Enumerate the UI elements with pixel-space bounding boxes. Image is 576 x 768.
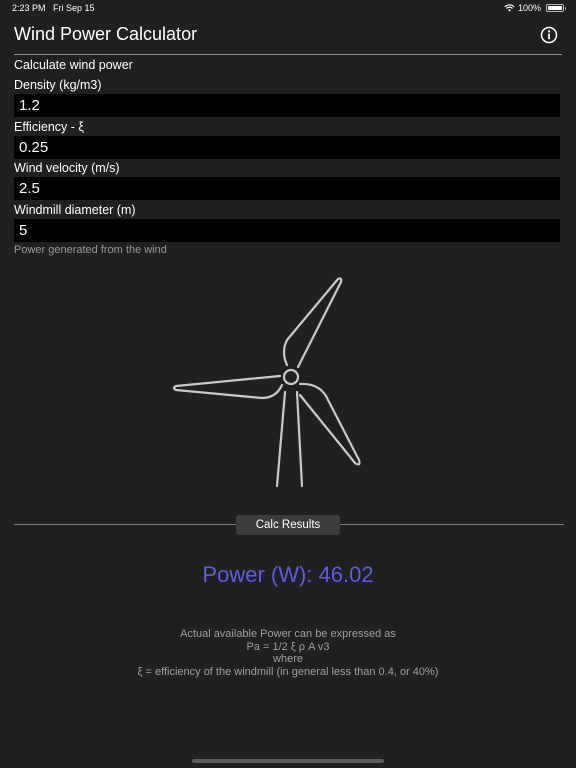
formula-line: Pa = 1/2 ξ ρ A v3 <box>246 640 330 653</box>
density-label: Density (kg/m3) <box>14 78 102 92</box>
velocity-input[interactable] <box>14 177 560 200</box>
home-indicator[interactable] <box>192 759 384 763</box>
status-indicators: 100% <box>504 3 566 13</box>
explanation-line: where <box>273 653 303 665</box>
wifi-icon <box>504 4 515 12</box>
battery-icon <box>546 4 566 12</box>
efficiency-label: Efficiency - ξ <box>14 120 84 134</box>
diameter-label: Windmill diameter (m) <box>14 203 136 217</box>
velocity-label: Wind velocity (m/s) <box>14 161 120 175</box>
wind-turbine-icon <box>172 277 361 488</box>
info-circle-icon <box>540 26 558 44</box>
density-input[interactable] <box>14 94 560 117</box>
page-title: Wind Power Calculator <box>14 24 198 44</box>
efficiency-input[interactable] <box>14 136 560 159</box>
status-bar: 2:23 PM Fri Sep 15 100% <box>0 0 576 18</box>
explanation-line: Actual available Power can be expressed … <box>180 628 396 640</box>
calc-results-button[interactable]: Calc Results <box>236 515 340 535</box>
divider-left <box>14 524 236 525</box>
explanation-line: ξ = efficiency of the windmill (in gener… <box>137 665 439 678</box>
power-result: Power (W): 46.02 <box>202 562 374 587</box>
status-date: Fri Sep 15 <box>53 3 95 13</box>
info-button[interactable] <box>540 26 558 44</box>
battery-percent: 100% <box>517 3 541 13</box>
form-heading: Calculate wind power <box>14 58 133 72</box>
diameter-input[interactable] <box>14 219 560 242</box>
divider-right <box>340 524 564 525</box>
title-divider <box>14 54 562 55</box>
formula-explanation: Actual available Power can be expressed … <box>0 628 576 678</box>
status-time: 2:23 PM <box>12 3 46 13</box>
section-subtitle: Power generated from the wind <box>14 244 167 256</box>
